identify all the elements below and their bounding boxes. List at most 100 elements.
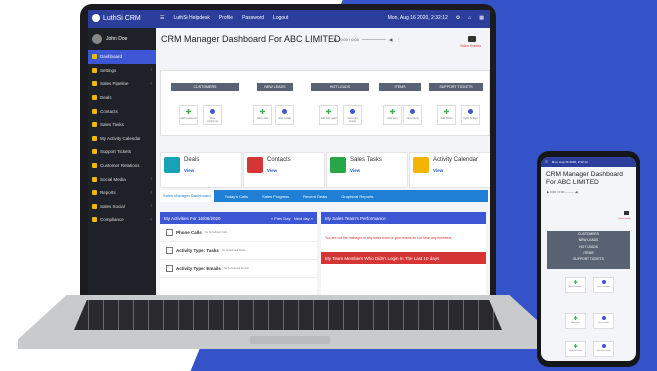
logo-icon bbox=[92, 14, 100, 22]
add-hot-lead-button[interactable]: Add Hot Lead bbox=[319, 105, 338, 125]
card-view-link[interactable]: View bbox=[350, 168, 360, 173]
phone-datetime: Mon, Aug 16 2020, 2:32:12 bbox=[551, 160, 588, 164]
category-items[interactable]: ITEMS bbox=[379, 83, 421, 91]
wrench-icon bbox=[92, 67, 97, 73]
video-icon[interactable] bbox=[468, 36, 476, 42]
card-contacts[interactable]: Contacts View bbox=[243, 152, 325, 188]
play-icon[interactable]: ▶ bbox=[334, 37, 337, 42]
tab-sales-progress[interactable]: Sales Progress bbox=[259, 194, 292, 199]
grid-icon[interactable]: ▦ bbox=[479, 15, 484, 21]
more-icon[interactable]: ⋮ bbox=[396, 37, 400, 42]
card-deals[interactable]: Deals View bbox=[160, 152, 242, 188]
nav-profile[interactable]: Profile bbox=[219, 15, 233, 21]
phone-view-customer-button[interactable]: View Customer bbox=[593, 277, 614, 293]
plus-icon bbox=[260, 109, 265, 114]
video-guides-link[interactable]: Video Guides bbox=[460, 44, 481, 48]
funnel-icon bbox=[92, 81, 97, 87]
sidebar-item-settings[interactable]: Settings ‹ bbox=[88, 64, 156, 78]
sidebar-item-sales-social[interactable]: Sales Social ‹ bbox=[88, 200, 156, 214]
sidebar-item-sales-pipeline[interactable]: Sales Pipeline ‹ bbox=[88, 77, 156, 91]
phone-screen: ☰ Mon, Aug 16 2020, 2:32:12 CRM Manager … bbox=[541, 157, 636, 361]
tab-todays-calls[interactable]: Today's Calls bbox=[222, 194, 251, 199]
ticket-icon bbox=[92, 149, 97, 155]
add-item-button[interactable]: Add Item bbox=[383, 105, 402, 125]
phone-video-icon[interactable] bbox=[624, 211, 629, 215]
sidebar-item-customer-relations[interactable]: Customer Relations bbox=[88, 159, 156, 173]
top-right: Mon, Aug 16 2020, 2:32:12 ⚙ ⌂ ▦ bbox=[388, 15, 484, 21]
chevron-left-icon: ‹ bbox=[150, 80, 152, 87]
sidebar-item-deals[interactable]: Deals bbox=[88, 91, 156, 105]
chevron-left-icon: ‹ bbox=[150, 216, 152, 223]
nav-logout[interactable]: Logout bbox=[273, 15, 288, 21]
card-view-link[interactable]: View bbox=[267, 168, 277, 173]
eye-icon bbox=[210, 109, 215, 114]
phone-add-lead-button[interactable]: Add Lead bbox=[565, 313, 586, 329]
phone-add-hot-lead-button[interactable]: Add Hot Lead bbox=[565, 341, 586, 357]
settings-icon[interactable]: ⚙ bbox=[456, 15, 460, 21]
audio-player[interactable]: ▶ 0:00 / 0:00 ◀) ⋮ bbox=[334, 37, 400, 42]
category-support-tickets[interactable]: SUPPORT TICKETS bbox=[429, 83, 483, 91]
sidebar-item-dashboard[interactable]: Dashboard bbox=[88, 50, 156, 64]
phone-view-hot-leads-button[interactable]: View Hot Leads bbox=[593, 341, 614, 357]
phone-view-leads-button[interactable]: View Leads bbox=[593, 313, 614, 329]
inactive-members-header: My Team Members Who Didn't Login In The … bbox=[321, 252, 486, 264]
activity-row[interactable]: Activity Type: Emails No Scheduled Emails bbox=[160, 260, 317, 278]
audio-progress[interactable] bbox=[361, 38, 386, 41]
phone-menu-icon[interactable]: ☰ bbox=[545, 160, 548, 164]
sidebar-item-label: Sales Tasks bbox=[100, 122, 124, 128]
phone-video-guides-link[interactable]: Video Guides bbox=[618, 218, 631, 220]
volume-icon[interactable]: ◀) bbox=[389, 37, 393, 42]
tasks-icon bbox=[92, 122, 97, 128]
sidebar-item-reports[interactable]: Reports ‹ bbox=[88, 186, 156, 200]
card-sales-tasks[interactable]: Sales Tasks View bbox=[326, 152, 408, 188]
tab-recent-deals[interactable]: Recent Deals bbox=[300, 194, 330, 199]
activity-row[interactable]: Activity Type: Tasks No Scheduled Tasks bbox=[160, 242, 317, 260]
home-icon[interactable]: ⌂ bbox=[468, 15, 471, 21]
category-customers[interactable]: CUSTOMERS bbox=[171, 83, 239, 91]
nav-helpdesk[interactable]: LuthSi Helpdesk bbox=[173, 15, 209, 21]
sidebar-item-activity-calendar[interactable]: My Activity Calendar bbox=[88, 132, 156, 146]
card-title: Sales Tasks bbox=[350, 157, 382, 163]
list-icon bbox=[166, 247, 173, 254]
categories-panel: CUSTOMERS NEW LEADS HOT LEADS ITEMS SUPP… bbox=[160, 70, 490, 136]
next-day-link[interactable]: Next day » bbox=[294, 216, 313, 221]
brand[interactable]: LuthSi CRM bbox=[92, 14, 141, 22]
user-panel[interactable]: John Doe bbox=[88, 28, 156, 50]
phone-add-customer-button[interactable]: Add Customer bbox=[565, 277, 586, 293]
tab-sales-manager-dashboard[interactable]: Sales Manager Dashboard bbox=[160, 190, 214, 202]
add-ticket-button[interactable]: Add Ticket bbox=[437, 105, 456, 125]
audio-time: 0:00 / 0:00 bbox=[340, 37, 359, 42]
user-name: John Doe bbox=[106, 36, 128, 42]
top-nav: ☰ LuthSi Helpdesk Profile Password Logou… bbox=[160, 15, 288, 21]
sidebar-item-label: Deals bbox=[100, 95, 112, 101]
activity-row[interactable]: Phone Calls No Scheduled Calls bbox=[160, 224, 317, 242]
view-items-button[interactable]: View Items bbox=[403, 105, 422, 125]
day-nav: « Prev Day Next day » bbox=[271, 216, 313, 221]
view-customer-button[interactable]: View Customer bbox=[203, 105, 222, 125]
card-view-link[interactable]: View bbox=[433, 168, 443, 173]
eye-icon bbox=[350, 109, 355, 114]
avatar bbox=[92, 34, 102, 44]
tab-graphical-reports[interactable]: Graphical Reports bbox=[338, 194, 376, 199]
add-lead-button[interactable]: Add Lead bbox=[253, 105, 272, 125]
eye-icon bbox=[601, 344, 606, 348]
prev-day-link[interactable]: « Prev Day bbox=[271, 216, 291, 221]
sidebar-item-social-media[interactable]: Social Media ‹ bbox=[88, 172, 156, 186]
menu-icon[interactable]: ☰ bbox=[160, 15, 164, 21]
category-new-leads[interactable]: NEW LEADS bbox=[257, 83, 293, 91]
view-hot-leads-button[interactable]: View Hot Leads bbox=[343, 105, 362, 125]
sidebar-item-support-tickets[interactable]: Support Tickets bbox=[88, 145, 156, 159]
sidebar-item-compliance[interactable]: Compliance ‹ bbox=[88, 213, 156, 227]
card-view-link[interactable]: View bbox=[184, 168, 194, 173]
sidebar-item-sales-tasks[interactable]: Sales Tasks bbox=[88, 118, 156, 132]
sidebar-item-contacts[interactable]: Contacts bbox=[88, 104, 156, 118]
add-customer-button[interactable]: Add Customer bbox=[179, 105, 198, 125]
category-hot-leads[interactable]: HOT LEADS bbox=[311, 83, 369, 91]
phone-category-support-tickets[interactable]: SUPPORT TICKETS bbox=[547, 256, 630, 262]
calendar-icon bbox=[413, 157, 429, 173]
view-tickets-button[interactable]: View Tickets bbox=[461, 105, 480, 125]
card-activity-calendar[interactable]: Activity Calendar View bbox=[409, 152, 490, 188]
nav-password[interactable]: Password bbox=[242, 15, 264, 21]
view-leads-button[interactable]: View Leads bbox=[275, 105, 294, 125]
phone-audio-player[interactable]: ▶ 0:00 / 0:00 ——— ◀) bbox=[541, 186, 636, 198]
